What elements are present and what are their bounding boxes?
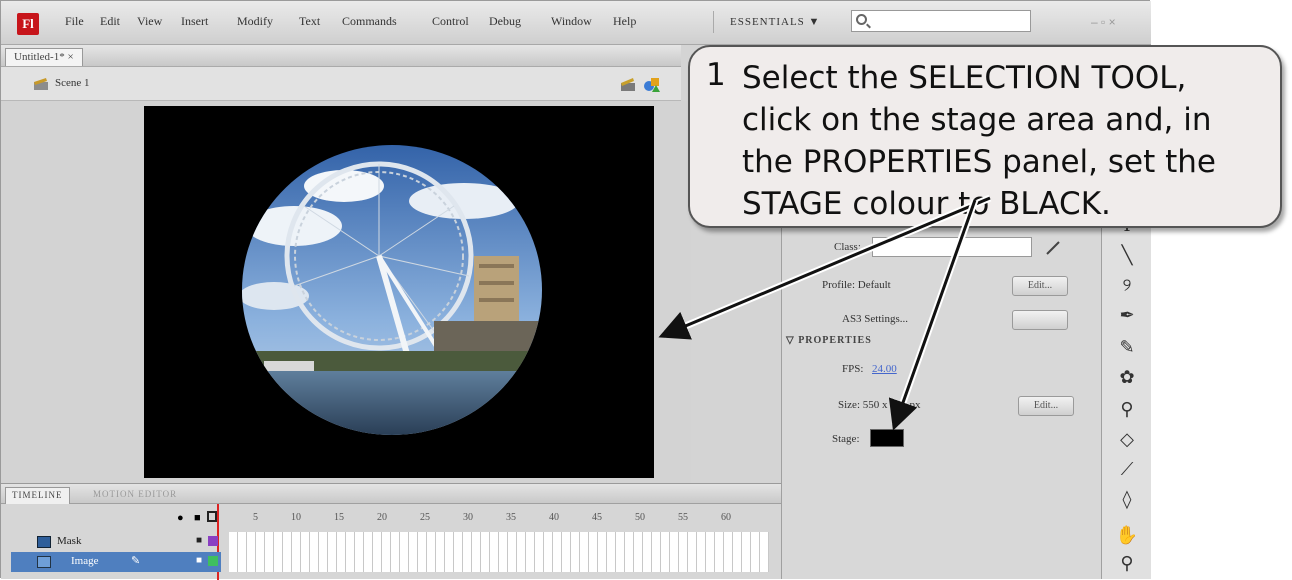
profile-edit-button[interactable]: Edit...	[1012, 276, 1068, 296]
hand-tool-icon[interactable]: ✋	[1114, 523, 1140, 549]
show-hide-eye-icon[interactable]: ●	[177, 512, 184, 524]
image-layer-frames[interactable]	[229, 552, 769, 572]
stage-color-swatch[interactable]	[870, 429, 904, 447]
edit-symbol-icon[interactable]	[643, 75, 661, 93]
menu-view[interactable]: View	[137, 14, 162, 29]
layer-color-icon[interactable]	[208, 536, 218, 546]
deco-tool-icon[interactable]: ✿	[1114, 365, 1140, 391]
menu-help[interactable]: Help	[613, 14, 636, 29]
properties-section-title: PROPERTIES	[798, 335, 872, 346]
masked-layer-icon	[37, 556, 51, 568]
mask-layer-icon	[37, 536, 51, 548]
layer-color-icon[interactable]	[208, 556, 218, 566]
document-tab-bar: Untitled-1* ×	[1, 45, 681, 67]
scene-label[interactable]: Scene 1	[55, 77, 90, 89]
workspace-switcher[interactable]: ESSENTIALS ▼	[713, 11, 843, 33]
stage-work-area[interactable]	[1, 101, 691, 483]
menu-edit[interactable]: Edit	[100, 14, 120, 29]
bone-tool-icon[interactable]: ⚲	[1114, 397, 1140, 423]
tab-timeline[interactable]: TIMELINE	[5, 487, 70, 504]
menu-file[interactable]: File	[65, 14, 84, 29]
fps-value[interactable]: 24.00	[872, 363, 897, 375]
frame-number: 40	[549, 512, 559, 523]
frame-number: 25	[420, 512, 430, 523]
outline-icon[interactable]	[207, 511, 217, 522]
pencil-tool-icon[interactable]: ✎	[1114, 335, 1140, 361]
pencil-icon: ✎	[131, 555, 141, 567]
frame-number: 10	[291, 512, 301, 523]
edit-scene-icon[interactable]	[619, 75, 637, 93]
frame-number: 20	[377, 512, 387, 523]
layer-row-image[interactable]: Image ✎ ■	[11, 552, 221, 572]
pencil-icon[interactable]	[1044, 239, 1062, 257]
layer-name[interactable]: Mask	[57, 535, 81, 547]
line-tool-icon[interactable]: ╲	[1114, 243, 1140, 269]
zoom-tool-icon[interactable]: ⚲	[1114, 551, 1140, 577]
frame-number: 35	[506, 512, 516, 523]
layer-lock-icon[interactable]: ■	[196, 555, 202, 566]
menu-window[interactable]: Window	[551, 14, 592, 29]
frame-number: 30	[463, 512, 473, 523]
menu-commands[interactable]: Commands	[342, 14, 397, 29]
window-controls[interactable]: – ▫ ×	[1091, 15, 1116, 29]
menu-control[interactable]: Control	[432, 14, 469, 29]
eraser-icon[interactable]: ◊	[1114, 487, 1140, 513]
eyedropper-icon[interactable]: ⟋	[1114, 457, 1140, 483]
timeline-panel: TIMELINE MOTION EDITOR ● ■ 5 10 15 20 25…	[1, 483, 781, 580]
layer-name[interactable]: Image	[71, 555, 98, 567]
fps-label: FPS:	[842, 363, 864, 375]
masked-london-eye-image[interactable]	[144, 106, 654, 478]
menu-insert[interactable]: Insert	[181, 14, 208, 29]
flash-logo: Fl	[17, 13, 39, 35]
class-input[interactable]	[872, 237, 1032, 257]
instruction-callout: 1 Select the SELECTION TOOL, click on th…	[688, 45, 1282, 228]
size-label: Size: 550 x 400 px	[838, 399, 921, 411]
document-tab[interactable]: Untitled-1* ×	[5, 48, 83, 66]
frame-number: 50	[635, 512, 645, 523]
help-search-input[interactable]	[851, 10, 1031, 32]
menu-modify[interactable]: Modify	[237, 14, 273, 29]
step-number: 1	[706, 57, 726, 93]
scene-clapper-icon	[34, 78, 48, 90]
tab-motion-editor[interactable]: MOTION EDITOR	[87, 487, 183, 504]
mask-layer-frames[interactable]	[229, 532, 769, 552]
search-icon	[856, 14, 867, 25]
stage[interactable]	[144, 106, 654, 478]
as-settings-button[interactable]	[1012, 310, 1068, 330]
layer-row-mask[interactable]: Mask ■	[11, 532, 221, 552]
edit-bar: Scene 1	[1, 67, 681, 101]
frame-number: 15	[334, 512, 344, 523]
pen-tool-icon[interactable]: ✒	[1114, 303, 1140, 329]
as-settings-label[interactable]: AS3 Settings...	[842, 313, 908, 325]
collapse-triangle-icon: ▽	[786, 335, 799, 346]
lasso-tool-icon[interactable]: ୨	[1114, 273, 1140, 299]
frame-number: 55	[678, 512, 688, 523]
lock-icon[interactable]: ■	[194, 512, 201, 524]
paint-bucket-icon[interactable]: ◇	[1114, 427, 1140, 453]
instruction-text: Select the SELECTION TOOL, click on the …	[742, 60, 1216, 222]
profile-label: Profile: Default	[822, 279, 891, 291]
menu-bar: Fl File Edit View Insert Modify Text Com…	[1, 1, 1151, 45]
timeline-tab-bar: TIMELINE MOTION EDITOR	[1, 484, 781, 504]
frame-number: 5	[253, 512, 258, 523]
frame-number: 45	[592, 512, 602, 523]
layer-lock-icon[interactable]: ■	[196, 535, 202, 546]
menu-text[interactable]: Text	[299, 14, 320, 29]
class-label: Class:	[834, 241, 861, 253]
properties-section-header[interactable]: ▽ PROPERTIES	[786, 335, 872, 346]
menu-debug[interactable]: Debug	[489, 14, 521, 29]
stage-color-label: Stage:	[832, 433, 860, 445]
frame-number: 60	[721, 512, 731, 523]
size-edit-button[interactable]: Edit...	[1018, 396, 1074, 416]
